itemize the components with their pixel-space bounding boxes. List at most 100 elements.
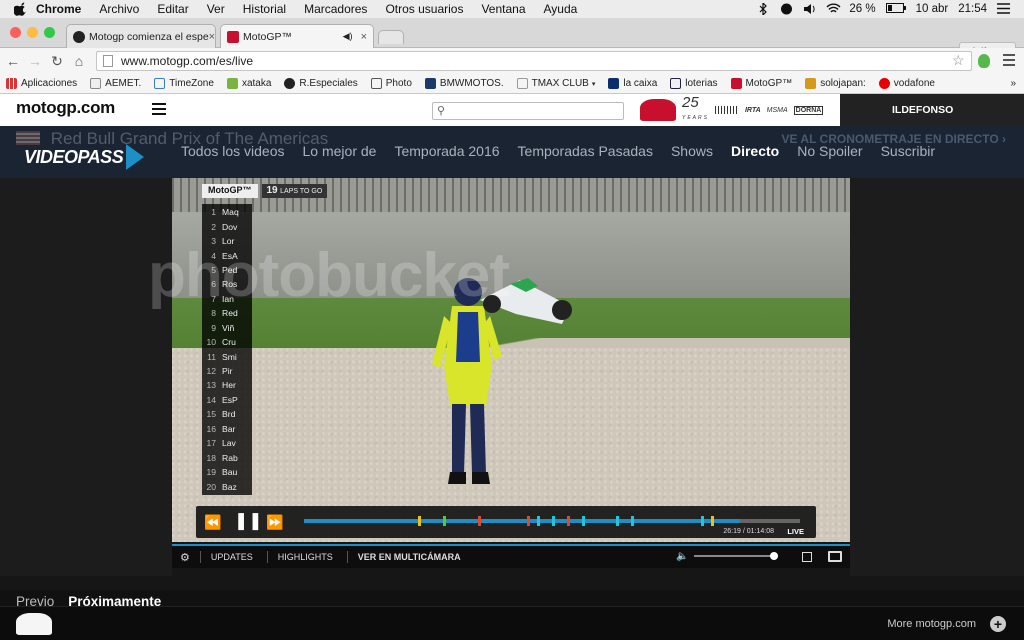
nav-suscribir[interactable]: Suscribir <box>881 143 935 159</box>
volume-slider[interactable] <box>694 552 778 560</box>
notification-icon[interactable] <box>780 3 793 15</box>
apple-icon[interactable] <box>13 2 28 16</box>
bookmark-bmwmotos[interactable]: BMWMOTOS. <box>424 78 504 89</box>
nav-temporadas-pasadas[interactable]: Temporadas Pasadas <box>518 143 653 159</box>
bookmark-xataka[interactable]: xataka <box>226 78 271 89</box>
bookmark-motogp[interactable]: MotoGP™ <box>730 78 792 89</box>
tab-title: MotoGP™ <box>243 30 293 43</box>
browser-tab-active[interactable]: MotoGP™ ◀) × <box>220 24 374 48</box>
nav-no-spoiler[interactable]: No Spoiler <box>797 143 862 159</box>
seek-event-marker[interactable] <box>477 516 481 526</box>
bookmark-solojapan[interactable]: solojapan: <box>805 78 866 89</box>
tab-audio-icon[interactable]: ◀) <box>343 31 353 42</box>
multicam-button[interactable]: VER EN MULTICÁMARA <box>358 552 461 562</box>
nav-shows[interactable]: Shows <box>671 143 713 159</box>
forward-icon[interactable]: → <box>24 53 46 69</box>
new-tab-button[interactable] <box>378 30 404 44</box>
bookmark-respeciales[interactable]: R.Especiales <box>284 78 358 89</box>
seek-event-marker[interactable] <box>581 516 585 526</box>
menu-historial[interactable]: Historial <box>243 2 286 16</box>
rewind-icon[interactable]: ⏪ <box>204 514 221 531</box>
fast-forward-icon[interactable]: ⏩ <box>266 514 283 531</box>
updates-button[interactable]: UPDATES <box>211 552 253 562</box>
live-badge[interactable]: LIVE <box>787 527 804 536</box>
wifi-icon[interactable] <box>826 3 841 15</box>
seek-event-marker[interactable] <box>442 516 446 526</box>
menu-marcadores[interactable]: Marcadores <box>304 2 367 16</box>
reload-icon[interactable]: ↻ <box>46 53 68 70</box>
bookmark-star-icon[interactable]: ☆ <box>952 52 965 69</box>
volume-icon[interactable] <box>803 3 816 15</box>
laps-to-go: 19 LAPS TO GO <box>261 184 328 198</box>
bookmark-tmax-club[interactable]: TMAX CLUB ▾ <box>516 78 595 89</box>
chrome-menu-icon[interactable] <box>1003 54 1015 66</box>
menu-editar[interactable]: Editar <box>157 2 188 16</box>
menu-ayuda[interactable]: Ayuda <box>544 2 578 16</box>
settings-gear-icon[interactable]: ⚙ <box>180 551 190 564</box>
bookmark-photo[interactable]: Photo <box>370 78 412 89</box>
user-account-button[interactable]: ILDEFONSO <box>840 94 1024 126</box>
plus-icon[interactable]: + <box>990 616 1006 632</box>
browser-tab[interactable]: Motogp comienza el espe × <box>66 24 216 48</box>
bookmark-vodafone[interactable]: vodafone <box>878 78 935 89</box>
bookmark-loterias[interactable]: loterias <box>670 78 718 89</box>
menu-chrome[interactable]: Chrome <box>36 2 81 16</box>
nav-lo-mejor-de[interactable]: Lo mejor de <box>303 143 377 159</box>
fullscreen-icon[interactable] <box>828 551 842 562</box>
seek-event-marker[interactable] <box>566 516 570 526</box>
seek-event-marker[interactable] <box>631 516 635 526</box>
divider <box>199 551 201 563</box>
hamburger-icon[interactable] <box>152 103 166 118</box>
extension-icon[interactable] <box>978 54 990 68</box>
video-player[interactable]: MotoGP™ 19 LAPS TO GO 1 Maq 2 Dov 3 Lor 4 EsA 5 P… <box>172 178 850 542</box>
volume-knob[interactable] <box>769 552 778 560</box>
motogp-footer-logo-icon[interactable] <box>16 613 52 635</box>
standings-rider-name: Baz <box>222 481 237 492</box>
seek-bar[interactable] <box>304 516 800 526</box>
bookmark-la-caixa[interactable]: la caixa <box>608 78 657 89</box>
bookmark-label: solojapan: <box>820 78 866 89</box>
seek-event-marker[interactable] <box>616 516 620 526</box>
tab-close-icon[interactable]: × <box>361 31 367 43</box>
highlights-button[interactable]: HIGHLIGHTS <box>278 552 333 562</box>
seek-event-marker[interactable] <box>552 516 555 526</box>
battery-icon[interactable] <box>885 3 906 15</box>
menu-otros-usuarios[interactable]: Otros usuarios <box>385 2 463 16</box>
seek-event-marker[interactable] <box>537 516 541 526</box>
sponsor-25-number: 25 <box>682 93 699 111</box>
minimize-window-button[interactable] <box>27 27 38 38</box>
volume-icon[interactable]: 🔈 <box>676 551 688 562</box>
standings-row: 17 Lav <box>202 436 252 450</box>
home-icon[interactable]: ⌂ <box>68 53 90 69</box>
seek-event-marker[interactable] <box>710 516 714 526</box>
site-search-input[interactable]: ⚲ <box>432 102 624 120</box>
tab-close-icon[interactable]: × <box>209 31 215 43</box>
menu-ventana[interactable]: Ventana <box>481 2 525 16</box>
videopass-logo[interactable]: VIDEOPASS <box>24 144 144 170</box>
seek-event-marker[interactable] <box>700 516 704 526</box>
respeciales-icon <box>284 78 296 89</box>
nav-todos-los-videos[interactable]: Todos los videos <box>181 143 285 159</box>
site-logo[interactable]: motogp.com <box>16 98 115 118</box>
bookmark-apps[interactable]: Aplicaciones <box>6 78 77 89</box>
standings-rider-name: Dov <box>222 221 238 232</box>
menu-ver[interactable]: Ver <box>207 2 225 16</box>
clock-time[interactable]: 21:54 <box>958 3 987 15</box>
bluetooth-icon[interactable] <box>757 1 770 17</box>
nav-directo[interactable]: Directo <box>731 143 779 159</box>
captions-icon[interactable] <box>802 552 812 562</box>
back-icon[interactable]: ← <box>2 53 24 69</box>
close-window-button[interactable] <box>10 27 21 38</box>
bookmark-timezone[interactable]: TimeZone <box>154 78 214 89</box>
nav-temporada-2016[interactable]: Temporada 2016 <box>394 143 499 159</box>
pause-icon[interactable]: ❚❚ <box>234 511 263 531</box>
seek-event-marker[interactable] <box>527 516 531 526</box>
zoom-window-button[interactable] <box>44 27 55 38</box>
seek-event-marker[interactable] <box>418 516 422 526</box>
notification-center-icon[interactable] <box>997 3 1010 15</box>
menu-archivo[interactable]: Archivo <box>99 2 139 16</box>
bookmarks-overflow-icon[interactable]: » <box>1010 78 1016 89</box>
more-motogp-link[interactable]: More motogp.com <box>887 618 976 630</box>
address-bar[interactable]: www.motogp.com/es/live <box>96 51 972 71</box>
bookmark-aemet[interactable]: AEMET. <box>90 78 141 89</box>
